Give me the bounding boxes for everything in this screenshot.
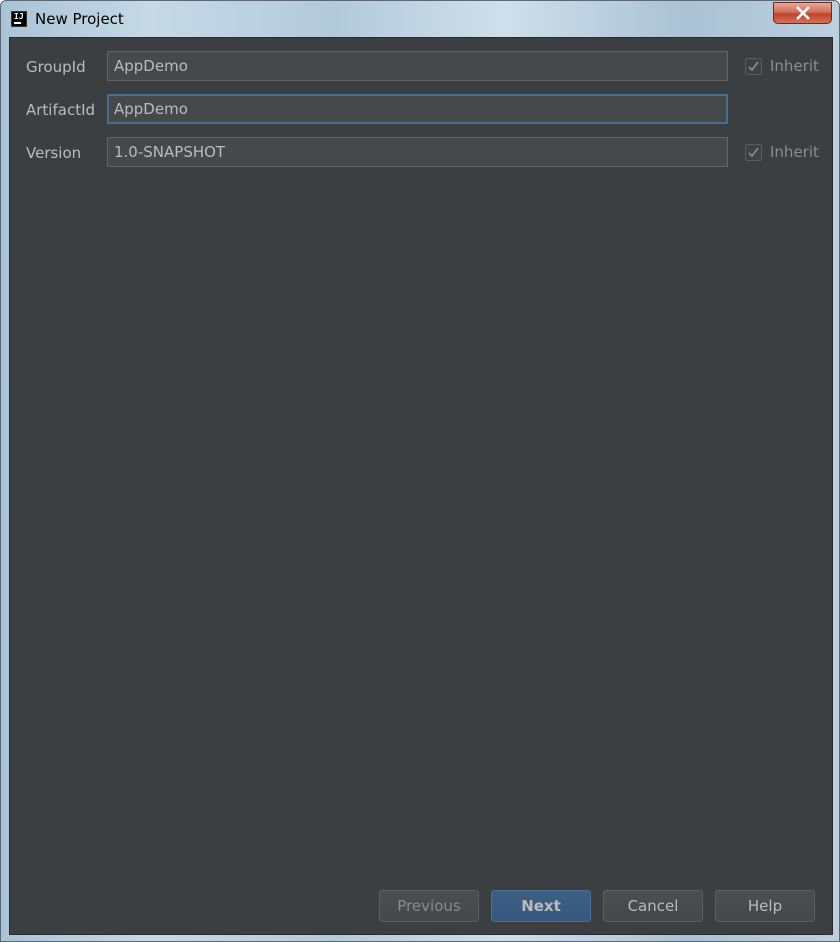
cancel-button[interactable]: Cancel xyxy=(603,890,703,922)
version-inherit-checkbox[interactable]: Inherit xyxy=(745,142,819,162)
artifactid-label: ArtifactId xyxy=(26,101,96,119)
close-x-icon xyxy=(795,6,810,20)
window-title: New Project xyxy=(35,10,124,28)
checkbox-box[interactable] xyxy=(745,143,762,161)
intellij-idea-icon: IJ xyxy=(11,11,27,27)
version-label: Version xyxy=(26,144,82,162)
next-button[interactable]: Next xyxy=(491,890,591,922)
version-field[interactable]: 1.0-SNAPSHOT xyxy=(107,137,728,167)
checkmark-icon xyxy=(748,147,759,157)
inherit-label: Inherit xyxy=(770,143,819,161)
close-button[interactable] xyxy=(773,2,832,24)
previous-button[interactable]: Previous xyxy=(379,890,479,922)
checkmark-icon xyxy=(748,61,759,71)
inherit-label: Inherit xyxy=(770,57,819,75)
groupid-inherit-checkbox[interactable]: Inherit xyxy=(745,56,819,76)
checkbox-box[interactable] xyxy=(745,57,762,75)
new-project-window: IJ New Project GroupId AppDemo Inherit A… xyxy=(0,0,840,942)
title-bar[interactable]: IJ New Project xyxy=(1,1,839,37)
artifactid-field[interactable]: AppDemo xyxy=(107,94,728,124)
help-button[interactable]: Help xyxy=(715,890,815,922)
groupid-label: GroupId xyxy=(26,58,86,76)
groupid-field[interactable]: AppDemo xyxy=(107,51,728,81)
dialog-content: GroupId AppDemo Inherit ArtifactId AppDe… xyxy=(9,37,833,935)
